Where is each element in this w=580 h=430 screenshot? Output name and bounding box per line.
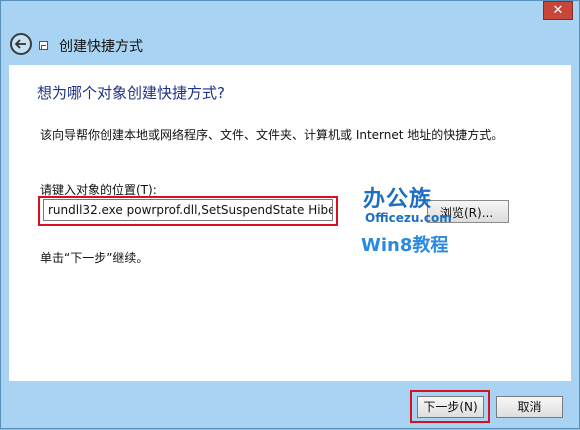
cancel-button[interactable]: 取消 <box>496 396 563 418</box>
back-arrow-icon <box>14 39 26 49</box>
watermark-site-text: Officezu.com <box>365 211 452 225</box>
watermark-logo-text: 办公族 <box>363 187 433 212</box>
page-heading: 想为哪个对象创建快捷方式? <box>37 84 225 102</box>
close-button[interactable]: ✕ <box>543 1 573 20</box>
shortcut-wizard-icon <box>39 41 48 50</box>
shortcut-wizard-window: ✕ 创建快捷方式 想为哪个对象创建快捷方式? 该向导帮你创建本地或网络程序、文件… <box>0 0 580 429</box>
next-button[interactable]: 下一步(N) <box>417 396 484 418</box>
back-button[interactable] <box>10 33 32 55</box>
wizard-footer: 下一步(N) 取消 <box>1 381 579 430</box>
continue-hint: 单击“下一步”继续。 <box>40 251 149 265</box>
description-text: 该向导帮你创建本地或网络程序、文件、文件夹、计算机或 Internet 地址的快… <box>40 128 504 142</box>
wizard-content: 想为哪个对象创建快捷方式? 该向导帮你创建本地或网络程序、文件、文件夹、计算机或… <box>9 65 571 381</box>
input-highlight-box <box>38 196 338 226</box>
window-title: 创建快捷方式 <box>59 39 143 55</box>
title-bar: 创建快捷方式 <box>1 23 579 65</box>
watermark-tag-text: Win8教程 <box>361 235 449 256</box>
